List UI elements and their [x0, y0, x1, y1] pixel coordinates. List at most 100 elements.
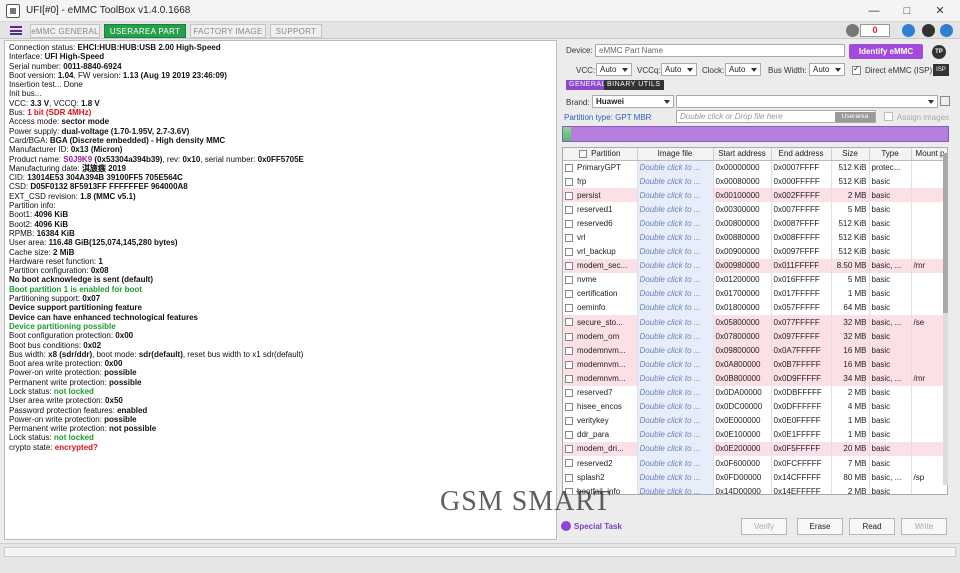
col-type[interactable]: Type [869, 148, 912, 161]
image-file-cell[interactable]: Double click to ... [637, 300, 714, 316]
row-checkbox[interactable] [565, 276, 573, 285]
table-row[interactable]: modemnvm... Double click to ... 0x0A800000… [563, 357, 947, 372]
download-icon[interactable] [902, 24, 915, 37]
partition-name-cell[interactable]: vrl_backup [563, 244, 638, 259]
image-file-cell[interactable]: Double click to ... [637, 427, 714, 442]
partition-name-cell[interactable]: modem_om [563, 329, 638, 344]
row-checkbox[interactable] [565, 177, 573, 186]
table-row[interactable]: splash2 Double click to ... 0x0FD00000 0x14… [563, 470, 947, 485]
row-checkbox[interactable] [565, 248, 573, 256]
vcc-select[interactable]: Auto [596, 63, 632, 76]
row-checkbox[interactable] [565, 163, 573, 172]
settings-gear-icon[interactable] [846, 24, 859, 37]
table-row[interactable]: secure_sto... Double click to ... 0x058000… [563, 315, 947, 330]
row-checkbox[interactable] [565, 219, 573, 228]
partition-name-cell[interactable]: oeminfo [563, 300, 638, 316]
partition-name-cell[interactable]: modemnvm... [563, 343, 638, 358]
folder-icon[interactable] [940, 96, 950, 106]
tab-factory-image[interactable]: FACTORY IMAGE [190, 24, 266, 38]
row-checkbox[interactable] [565, 233, 573, 242]
row-checkbox[interactable] [565, 473, 573, 482]
row-checkbox[interactable] [565, 290, 573, 299]
scrollbar-thumb[interactable] [943, 153, 948, 313]
assign-images-checkbox[interactable] [884, 112, 893, 121]
close-button[interactable]: ✕ [926, 3, 954, 19]
partition-name-cell[interactable]: splash2 [563, 470, 638, 485]
row-checkbox[interactable] [565, 431, 573, 440]
table-row[interactable]: persist Double click to ... 0x00100000 0x00… [563, 188, 947, 203]
bus-width-select[interactable]: Auto [809, 63, 845, 76]
row-checkbox[interactable] [565, 205, 573, 214]
gear-icon[interactable] [940, 24, 953, 37]
partition-name-cell[interactable]: secure_sto... [563, 315, 638, 330]
clock-select[interactable]: Auto [725, 63, 761, 76]
row-checkbox[interactable] [565, 403, 573, 412]
table-row[interactable]: modem_sec... Double click to ... 0x0098000… [563, 258, 947, 273]
image-file-cell[interactable]: Double click to ... [637, 329, 714, 344]
verify-button[interactable]: Verify [741, 518, 787, 535]
row-checkbox[interactable] [565, 191, 573, 200]
select-all-checkbox[interactable] [579, 150, 588, 159]
table-row[interactable]: vrl Double click to ... 0x00880000 0x008FFF… [563, 230, 947, 245]
table-row[interactable]: frp Double click to ... 0x00080000 0x000FFF… [563, 174, 947, 189]
row-checkbox[interactable] [565, 360, 573, 369]
image-file-cell[interactable]: Double click to ... [637, 484, 714, 494]
info-icon[interactable] [922, 24, 935, 37]
partition-name-cell[interactable]: nvme [563, 272, 638, 287]
image-file-cell[interactable]: Double click to ... [637, 470, 714, 485]
special-task-link[interactable]: Special Task [561, 521, 622, 531]
col-image-file[interactable]: Image file [637, 148, 714, 161]
col-partition[interactable]: Partition [563, 148, 638, 161]
col-end-address[interactable]: End address [771, 148, 832, 161]
row-checkbox[interactable] [565, 318, 573, 327]
partition-name-cell[interactable]: hisee_encos [563, 399, 638, 414]
table-row[interactable]: modem_dri... Double click to ... 0x0E20000… [563, 441, 947, 456]
binary-utils-pill[interactable]: BINARY UTILS [604, 80, 664, 90]
partition-name-cell[interactable]: modem_dri... [563, 441, 638, 456]
partition-name-cell[interactable]: PrimaryGPT [563, 160, 638, 175]
image-file-cell[interactable]: Double click to ... [637, 385, 714, 400]
partition-name-cell[interactable]: persist [563, 188, 638, 203]
row-checkbox[interactable] [565, 374, 573, 383]
partition-name-cell[interactable]: ddr_para [563, 427, 638, 442]
image-file-cell[interactable]: Double click to ... [637, 244, 714, 259]
identify-emmc-button[interactable]: Identify eMMC [849, 44, 923, 59]
image-file-cell[interactable]: Double click to ... [637, 399, 714, 414]
image-file-cell[interactable]: Double click to ... [637, 174, 714, 189]
direct-emmc-checkbox[interactable] [852, 64, 861, 75]
partition-name-cell[interactable]: modem_sec... [563, 258, 638, 273]
image-file-cell[interactable]: Double click to ... [637, 202, 714, 217]
userarea-button[interactable]: Userarea [835, 112, 875, 122]
device-name-field[interactable]: eMMC Part Name [595, 44, 845, 57]
row-checkbox[interactable] [565, 388, 573, 397]
read-button[interactable]: Read [849, 518, 895, 535]
image-file-cell[interactable]: Double click to ... [637, 188, 714, 203]
image-file-cell[interactable]: Double click to ... [637, 286, 714, 301]
col-start-address[interactable]: Start address [713, 148, 772, 161]
tab-support[interactable]: SUPPORT [270, 24, 322, 38]
erase-button[interactable]: Erase [797, 518, 843, 535]
partition-name-cell[interactable]: modemnvm... [563, 371, 638, 386]
table-row[interactable]: reserved1 Double click to ... 0x00300000 0x… [563, 202, 947, 217]
partition-name-cell[interactable]: certification [563, 286, 638, 301]
general-pill[interactable]: GENERAL [566, 80, 609, 90]
row-checkbox[interactable] [565, 304, 573, 313]
tab-userarea-part[interactable]: USERAREA PART [104, 24, 186, 38]
hamburger-menu-icon[interactable] [10, 26, 22, 35]
image-file-cell[interactable]: Double click to ... [637, 230, 714, 245]
image-file-cell[interactable]: Double click to ... [637, 371, 714, 386]
table-row[interactable]: reserved6 Double click to ... 0x00800000 0x… [563, 216, 947, 231]
minimize-button[interactable]: — [860, 3, 888, 19]
model-select[interactable] [676, 95, 938, 108]
table-row[interactable]: modemnvm... Double click to ... 0x09800000… [563, 343, 947, 358]
vccq-select[interactable]: Auto [661, 63, 697, 76]
col-size[interactable]: Size [831, 148, 870, 161]
partition-name-cell[interactable]: modemnvm... [563, 357, 638, 372]
image-file-cell[interactable]: Double click to ... [637, 357, 714, 372]
table-row[interactable]: hisee_encos Double click to ... 0x0DC00000… [563, 399, 947, 414]
tp-button[interactable]: TP [932, 45, 946, 59]
partition-name-cell[interactable]: vrl [563, 230, 638, 245]
partition-name-cell[interactable]: reserved6 [563, 216, 638, 231]
row-checkbox[interactable] [565, 459, 573, 468]
row-checkbox[interactable] [565, 445, 573, 454]
